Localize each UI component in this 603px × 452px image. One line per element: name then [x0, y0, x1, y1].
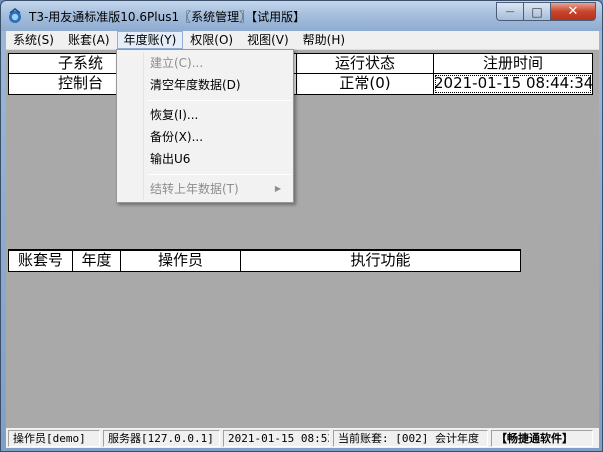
status-datetime: 2021-01-15 08:53	[223, 429, 330, 447]
menu-separator	[148, 174, 291, 175]
status-server: 服务器[127.0.0.1]	[103, 429, 220, 447]
grid-header-row: 子系统 运行状态 注册时间	[9, 54, 592, 74]
menu-bar: 系统(S) 账套(A) 年度账(Y) 权限(O) 视图(V) 帮助(H)	[6, 31, 599, 50]
menu-item-clear-annual-data[interactable]: 清空年度数据(D)	[119, 74, 291, 96]
header-execute-function[interactable]: 执行功能	[241, 251, 520, 271]
status-bar: 操作员[demo] 服务器[127.0.0.1] 2021-01-15 08:5…	[6, 428, 599, 448]
header-account-number[interactable]: 账套号	[9, 251, 73, 271]
menu-account-set[interactable]: 账套(A)	[61, 31, 117, 49]
menu-item-backup[interactable]: 备份(X)...	[119, 126, 291, 148]
cell-run-status[interactable]: 正常(0)	[297, 74, 434, 94]
header-operator[interactable]: 操作员	[121, 251, 241, 271]
header-run-status[interactable]: 运行状态	[297, 54, 434, 73]
status-current-account: 当前账套: [002] 会计年度	[333, 429, 488, 447]
app-window: T3-用友通标准版10.6Plus1〖系统管理〗【试用版】 — □ ✕ 系统(S…	[0, 0, 603, 452]
maximize-icon: □	[531, 4, 543, 19]
close-button[interactable]: ✕	[550, 2, 596, 21]
menu-separator	[148, 100, 291, 101]
app-logo-icon[interactable]	[7, 8, 23, 24]
menu-item-export-u6[interactable]: 输出U6	[119, 148, 291, 170]
maximize-button[interactable]: □	[523, 2, 550, 21]
menu-help[interactable]: 帮助(H)	[296, 31, 352, 49]
annual-account-dropdown: 建立(C)... 清空年度数据(D) 恢复(I)... 备份(X)... 输出U…	[116, 49, 294, 203]
menu-annual-account[interactable]: 年度账(Y)	[116, 31, 184, 49]
cell-register-time[interactable]: 2021-01-15 08:44:34	[434, 74, 592, 94]
minimize-icon: —	[505, 6, 515, 17]
status-operator: 操作员[demo]	[8, 429, 100, 447]
header-register-time[interactable]: 注册时间	[434, 54, 592, 73]
header-year[interactable]: 年度	[73, 251, 121, 271]
menu-item-label: 结转上年数据(T)	[150, 182, 239, 196]
menu-item-create[interactable]: 建立(C)...	[119, 52, 291, 74]
menu-item-restore[interactable]: 恢复(I)...	[119, 104, 291, 126]
minimize-button[interactable]: —	[496, 2, 523, 21]
menu-item-carry-forward[interactable]: 结转上年数据(T) ▶	[119, 178, 291, 200]
menu-system[interactable]: 系统(S)	[6, 31, 61, 49]
menu-permission[interactable]: 权限(O)	[183, 31, 240, 49]
client-area: 系统(S) 账套(A) 年度账(Y) 权限(O) 视图(V) 帮助(H) 子系统…	[6, 31, 599, 448]
window-title: T3-用友通标准版10.6Plus1〖系统管理〗【试用版】	[29, 10, 306, 24]
title-bar[interactable]: T3-用友通标准版10.6Plus1〖系统管理〗【试用版】 — □ ✕	[1, 1, 602, 31]
close-icon: ✕	[567, 4, 579, 19]
table-row[interactable]: 控制台 正常(0) 2021-01-15 08:44:34	[9, 74, 592, 94]
task-grid: 账套号 年度 操作员 执行功能	[8, 249, 521, 272]
menu-view[interactable]: 视图(V)	[240, 31, 296, 49]
submenu-arrow-icon: ▶	[274, 184, 281, 193]
grid-header-row: 账套号 年度 操作员 执行功能	[9, 251, 520, 271]
status-brand: 【畅捷通软件】	[491, 429, 593, 447]
subsystem-grid: 子系统 运行状态 注册时间 控制台 正常(0) 2021-01-15 08:44…	[8, 53, 593, 95]
window-controls: — □ ✕	[496, 2, 596, 21]
